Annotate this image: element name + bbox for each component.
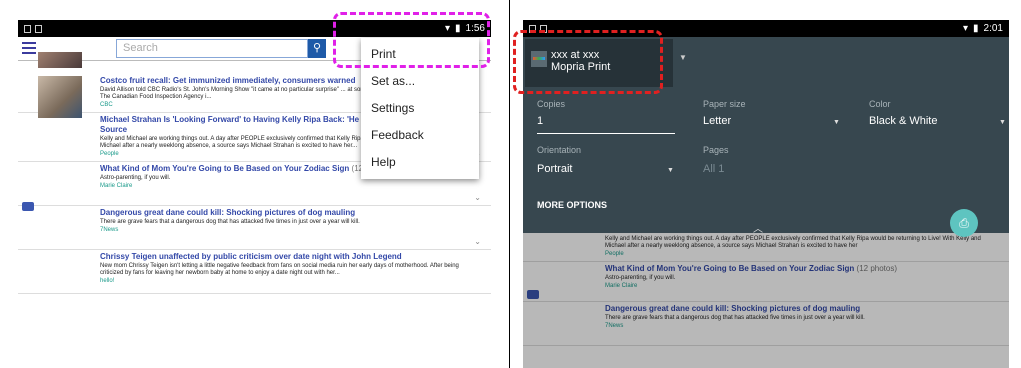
menu-item-help[interactable]: Help <box>361 149 479 176</box>
item-title[interactable]: Dangerous great dane could kill: Shockin… <box>100 208 483 218</box>
copies-underline <box>537 133 675 134</box>
highlight-box <box>333 12 490 68</box>
item-desc: There are grave fears that a dangerous d… <box>100 219 360 225</box>
menu-item-settings[interactable]: Settings <box>361 95 479 122</box>
clock: 2:01 <box>983 23 1003 34</box>
search-input[interactable]: Search <box>116 39 308 58</box>
paper-size-select[interactable]: Letter <box>703 115 731 127</box>
left-screenshot: ▾ ▮ 1:56 Search ⚲ Costco fruit recall: G… <box>0 0 510 368</box>
search-icon[interactable]: ⚲ <box>308 39 326 58</box>
paper-size-label: Paper size <box>703 99 746 109</box>
battery-icon: ▮ <box>973 23 979 34</box>
dropdown-icon[interactable]: ▼ <box>833 119 840 126</box>
item-source: Marie Claire <box>100 183 133 189</box>
pages-select: All 1 <box>703 163 725 175</box>
copies-field[interactable]: 1 <box>537 115 543 127</box>
orientation-label: Orientation <box>537 145 582 155</box>
orientation-select[interactable]: Portrait <box>537 163 572 175</box>
color-label: Color <box>869 99 891 109</box>
item-source: 7News <box>100 227 119 233</box>
notification-icon <box>24 24 31 33</box>
item-title[interactable]: Chrissy Teigen unaffected by public crit… <box>100 252 483 262</box>
notification-icon <box>35 24 42 33</box>
right-screenshot: Kelly and Michael are working things out… <box>511 0 1021 368</box>
chevron-down-icon[interactable]: ⌄ <box>474 193 481 202</box>
color-select[interactable]: Black & White <box>869 115 937 127</box>
list-item[interactable]: Chrissy Teigen unaffected by public crit… <box>18 250 491 294</box>
pages-label: Pages <box>703 145 729 155</box>
menu-item-feedback[interactable]: Feedback <box>361 122 479 149</box>
chevron-down-icon[interactable]: ⌄ <box>474 237 481 246</box>
item-desc: New mom Chrissy Teigen isn't letting a l… <box>100 263 459 276</box>
thumbnail <box>38 76 82 118</box>
menu-icon[interactable] <box>22 42 36 54</box>
copies-label: Copies <box>537 99 566 109</box>
highlight-box <box>513 30 663 94</box>
print-fab-icon[interactable]: ⎙ <box>950 209 978 237</box>
chevron-up-icon[interactable]: ︿ <box>753 220 763 235</box>
dropdown-icon[interactable]: ▼ <box>667 167 674 174</box>
list-item[interactable]: Dangerous great dane could kill: Shockin… <box>18 206 491 250</box>
chevron-down-icon[interactable]: ▼ <box>679 53 687 62</box>
dropdown-icon[interactable]: ▼ <box>999 119 1006 126</box>
menu-item-set-as[interactable]: Set as... <box>361 68 479 95</box>
item-title[interactable]: What Kind of Mom You're Going to Be Base… <box>100 164 349 173</box>
item-source: hello! <box>100 278 115 284</box>
more-options-button[interactable]: MORE OPTIONS <box>537 200 607 210</box>
wifi-icon: ▾ <box>962 23 969 34</box>
